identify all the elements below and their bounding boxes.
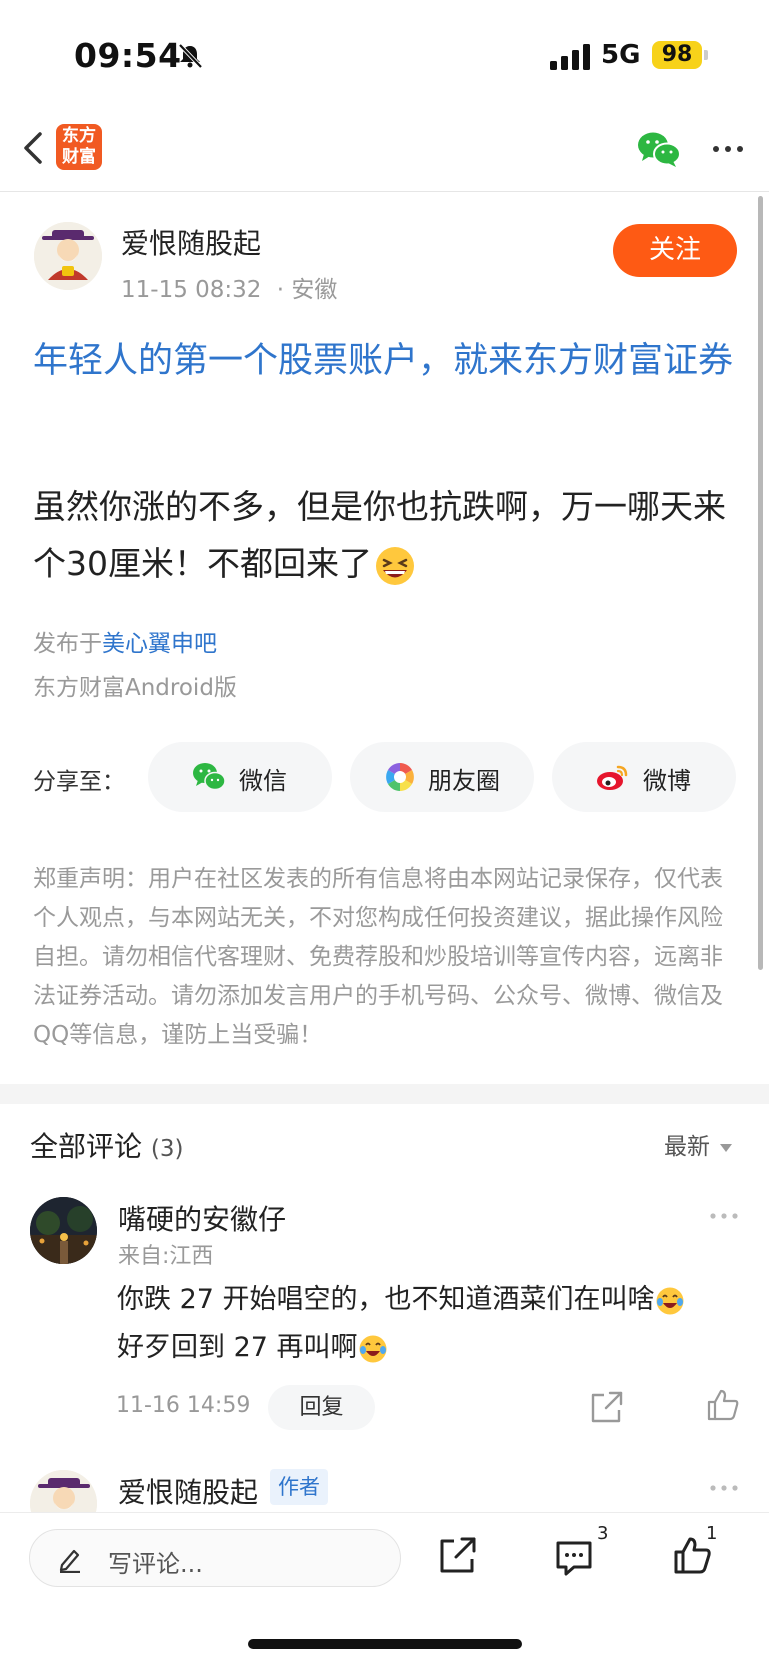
comment-placeholder: 写评论... xyxy=(108,1550,203,1578)
sort-dropdown[interactable]: 最新 xyxy=(664,1127,732,1161)
logo-line2: 财富 xyxy=(62,147,96,167)
comment-share-icon[interactable] xyxy=(590,1390,624,1424)
share-label: 分享至： xyxy=(33,769,125,795)
comment-line-1-text: 你跌 27 开始唱空的，也不知道酒菜们在叫啥 xyxy=(117,1284,655,1315)
more-options-icon[interactable] xyxy=(710,134,746,164)
tears-of-joy-emoji-icon xyxy=(359,1335,387,1362)
top-nav: 东方 财富 xyxy=(0,110,769,192)
comment-more-icon[interactable] xyxy=(708,1210,740,1222)
comments-header: 全部评论 (3) xyxy=(30,1125,184,1165)
eastmoney-logo[interactable]: 东方 财富 xyxy=(56,124,102,170)
commenter-avatar[interactable] xyxy=(30,1197,97,1264)
comment-like-icon[interactable] xyxy=(706,1388,740,1422)
post-date: 11-15 08:32 xyxy=(121,277,262,303)
post-title[interactable]: 年轻人的第一个股票账户，就来东方财富证券 xyxy=(33,334,738,388)
author-avatar[interactable] xyxy=(34,222,102,290)
comment-more-icon[interactable] xyxy=(708,1482,740,1494)
author-badge: 作者 xyxy=(270,1469,328,1505)
bell-muted-icon xyxy=(178,43,203,69)
post-body: 虽然你涨的不多，但是你也抗跌啊，万一哪天来个30厘米！不都回来了 xyxy=(33,478,745,592)
share-moments-label: 朋友圈 xyxy=(428,767,500,795)
share-icon[interactable] xyxy=(438,1535,478,1575)
published-prefix: 发布于 xyxy=(33,631,102,657)
share-moments-button[interactable]: 朋友圈 xyxy=(350,742,534,812)
reply-button[interactable]: 回复 xyxy=(268,1385,375,1430)
back-arrow-icon[interactable] xyxy=(18,128,48,168)
reply-author-name[interactable]: 爱恨随股起 xyxy=(118,1471,258,1511)
night-street-avatar-icon xyxy=(30,1197,97,1264)
comment-count: 3 xyxy=(597,1523,609,1544)
share-wechat-label: 微信 xyxy=(239,767,287,795)
status-bar: 09:54 5G 98 xyxy=(0,0,769,110)
follow-button[interactable]: 关注 xyxy=(613,224,737,277)
wechat-share-icon[interactable] xyxy=(636,130,682,168)
client-source: 东方财富Android版 xyxy=(33,675,237,701)
comments-title: 全部评论 xyxy=(30,1130,143,1163)
pencil-icon xyxy=(59,1549,80,1573)
comment-time: 11-16 14:59 xyxy=(116,1393,251,1418)
author-name[interactable]: 爱恨随股起 xyxy=(121,222,261,262)
post-location: · 安徽 xyxy=(276,277,338,303)
laughing-emoji-icon xyxy=(376,546,414,585)
status-time: 09:54 xyxy=(74,36,182,75)
scrollbar[interactable] xyxy=(758,196,763,970)
sort-label: 最新 xyxy=(664,1134,710,1160)
caret-down-icon xyxy=(720,1143,732,1152)
cellular-signal-icon xyxy=(550,44,590,70)
moments-icon xyxy=(386,763,414,791)
battery-cap xyxy=(704,50,708,60)
comment-line-2: 好歹回到 27 再叫啊 xyxy=(117,1324,757,1372)
bottom-action-bar: 写评论... 3 1 xyxy=(0,1512,769,1665)
comments-count: (3) xyxy=(150,1136,184,1162)
comment-icon[interactable] xyxy=(554,1537,594,1577)
wechat-icon xyxy=(193,763,226,791)
post-meta: 11-15 08:32 · 安徽 xyxy=(121,270,337,304)
battery-indicator: 98 xyxy=(652,41,702,69)
commenter-name[interactable]: 嘴硬的安徽仔 xyxy=(118,1198,286,1238)
section-divider xyxy=(0,1084,769,1104)
commenter-location: 来自:江西 xyxy=(118,1244,214,1269)
logo-line1: 东方 xyxy=(62,126,96,146)
comment-line-2-text: 好歹回到 27 再叫啊 xyxy=(117,1332,358,1363)
fortune-god-avatar-icon xyxy=(34,222,102,290)
home-indicator[interactable] xyxy=(248,1639,522,1649)
comment-text: 你跌 27 开始唱空的，也不知道酒菜们在叫啥 好歹回到 27 再叫啊 xyxy=(117,1276,757,1372)
share-weibo-button[interactable]: 微博 xyxy=(552,742,736,812)
published-in: 发布于美心翼申吧 xyxy=(33,624,217,658)
share-wechat-button[interactable]: 微信 xyxy=(148,742,332,812)
comment-input[interactable]: 写评论... xyxy=(29,1529,401,1587)
tears-of-joy-emoji-icon xyxy=(656,1287,684,1314)
comment-line-1: 你跌 27 开始唱空的，也不知道酒菜们在叫啥 xyxy=(117,1276,757,1324)
disclaimer-text: 郑重声明：用户在社区发表的所有信息将由本网站记录保存，仅代表个人观点，与本网站无… xyxy=(33,866,723,1048)
weibo-icon xyxy=(597,765,628,790)
bar-link[interactable]: 美心翼申吧 xyxy=(102,631,217,657)
network-type: 5G xyxy=(601,40,641,70)
like-count: 1 xyxy=(706,1523,718,1544)
share-weibo-label: 微博 xyxy=(643,767,691,795)
